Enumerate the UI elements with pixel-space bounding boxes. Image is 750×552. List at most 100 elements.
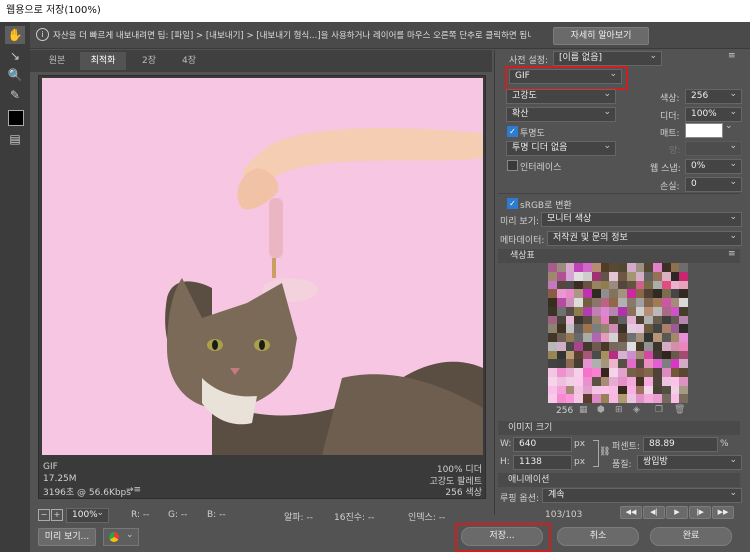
preview-in-browser-button[interactable]: 미리 보기... <box>38 528 96 546</box>
palette-swatch[interactable] <box>653 280 662 290</box>
palette-swatch[interactable] <box>635 394 645 404</box>
trash-icon[interactable]: 🗑 <box>674 405 685 415</box>
palette-swatch[interactable] <box>661 376 671 386</box>
palette-swatch[interactable] <box>556 298 566 307</box>
palette-swatch[interactable] <box>574 298 584 307</box>
palette-swatch[interactable] <box>618 394 627 404</box>
palette-swatch[interactable] <box>670 280 680 290</box>
palette-swatch[interactable] <box>661 298 671 307</box>
palette-swatch[interactable] <box>574 359 584 369</box>
palette-swatch[interactable] <box>644 376 654 386</box>
palette-swatch[interactable] <box>661 306 671 316</box>
palette-swatch[interactable] <box>609 315 619 325</box>
palette-swatch[interactable] <box>679 315 689 325</box>
palette-swatch[interactable] <box>679 289 689 299</box>
palette-swatch[interactable] <box>635 324 645 334</box>
palette-swatch[interactable] <box>679 324 689 334</box>
palette-swatch[interactable] <box>626 359 636 369</box>
palette-swatch[interactable] <box>600 298 610 307</box>
tab-optimized[interactable]: 최적화 <box>80 52 126 70</box>
lossy-field[interactable]: 0 <box>685 176 742 192</box>
palette-swatch[interactable] <box>609 271 619 281</box>
palette-swatch[interactable] <box>644 350 654 360</box>
format-select[interactable]: GIF <box>509 68 622 84</box>
palette-swatch[interactable] <box>556 333 566 342</box>
palette-swatch[interactable] <box>653 376 662 386</box>
lock-color-icon[interactable]: ⊞ <box>615 405 623 415</box>
palette-swatch[interactable] <box>635 271 645 281</box>
palette-swatch[interactable] <box>609 263 619 272</box>
palette-swatch[interactable] <box>600 394 610 404</box>
palette-swatch[interactable] <box>609 298 619 307</box>
palette-swatch[interactable] <box>679 280 689 290</box>
matte-swatch[interactable] <box>685 123 723 138</box>
palette-swatch[interactable] <box>626 394 636 404</box>
palette-swatch[interactable] <box>635 289 645 299</box>
palette-swatch[interactable] <box>600 376 610 386</box>
palette-swatch[interactable] <box>644 324 654 334</box>
palette-swatch[interactable] <box>548 306 557 316</box>
palette-swatch[interactable] <box>661 263 671 272</box>
palette-swatch[interactable] <box>565 333 575 342</box>
palette-swatch[interactable] <box>565 271 575 281</box>
palette-swatch[interactable] <box>583 271 592 281</box>
palette-swatch[interactable] <box>635 359 645 369</box>
palette-swatch[interactable] <box>618 324 627 334</box>
palette-swatch[interactable] <box>609 385 619 395</box>
palette-swatch[interactable] <box>548 315 557 325</box>
palette-swatch[interactable] <box>626 341 636 351</box>
palette-swatch[interactable] <box>670 289 680 299</box>
palette-swatch[interactable] <box>670 315 680 325</box>
palette-swatch[interactable] <box>574 333 584 342</box>
zoom-tool-icon[interactable]: 🔍 <box>5 66 25 84</box>
palette-swatch[interactable] <box>591 368 601 377</box>
palette-swatch[interactable] <box>574 324 584 334</box>
palette-swatch[interactable] <box>591 271 601 281</box>
palette-swatch[interactable] <box>644 359 654 369</box>
palette-swatch[interactable] <box>626 306 636 316</box>
metadata-select[interactable]: 저작권 및 문의 정보 <box>547 230 742 246</box>
palette-swatch[interactable] <box>574 263 584 272</box>
palette-swatch[interactable] <box>679 298 689 307</box>
srgb-checkbox[interactable]: ✓ <box>507 198 518 209</box>
next-frame-icon[interactable]: |▶ <box>689 506 711 519</box>
palette-swatch[interactable] <box>635 280 645 290</box>
palette-swatch[interactable] <box>548 324 557 334</box>
palette-swatch[interactable] <box>548 368 557 377</box>
palette-swatch[interactable] <box>583 315 592 325</box>
palette-swatch[interactable] <box>644 385 654 395</box>
palette-swatch[interactable] <box>583 341 592 351</box>
palette-swatch[interactable] <box>565 394 575 404</box>
colors-select[interactable]: 256 <box>685 88 742 104</box>
palette-swatch[interactable] <box>653 263 662 272</box>
palette-swatch[interactable] <box>626 333 636 342</box>
palette-swatch[interactable] <box>583 333 592 342</box>
preview-mode-select[interactable]: 모니터 색상 <box>541 211 742 227</box>
palette-swatch[interactable] <box>626 289 636 299</box>
palette-swatch[interactable] <box>609 280 619 290</box>
palette-swatch[interactable] <box>548 376 557 386</box>
palette-swatch[interactable] <box>653 271 662 281</box>
palette-swatch[interactable] <box>565 298 575 307</box>
eyedropper-tool-icon[interactable]: ✎ <box>5 86 25 104</box>
done-button[interactable]: 완료 <box>650 527 732 546</box>
palette-swatch[interactable] <box>609 341 619 351</box>
palette-swatch[interactable] <box>565 315 575 325</box>
palette-swatch[interactable] <box>609 376 619 386</box>
palette-swatch[interactable] <box>609 350 619 360</box>
panel-menu-icon[interactable]: ≡ <box>728 51 736 61</box>
play-icon[interactable]: ▶ <box>666 506 688 519</box>
hand-tool-icon[interactable]: ✋ <box>5 26 25 44</box>
palette-swatch[interactable] <box>653 368 662 377</box>
palette-swatch[interactable] <box>565 385 575 395</box>
palette-swatch[interactable] <box>626 385 636 395</box>
palette-swatch[interactable] <box>600 315 610 325</box>
palette-swatch[interactable] <box>653 350 662 360</box>
palette-swatch[interactable] <box>556 385 566 395</box>
palette-swatch[interactable] <box>600 333 610 342</box>
palette-swatch[interactable] <box>653 298 662 307</box>
loop-select[interactable]: 계속 <box>542 487 742 503</box>
palette-swatch[interactable] <box>565 324 575 334</box>
palette-swatch[interactable] <box>583 359 592 369</box>
zoom-in-icon[interactable]: + <box>51 509 63 521</box>
